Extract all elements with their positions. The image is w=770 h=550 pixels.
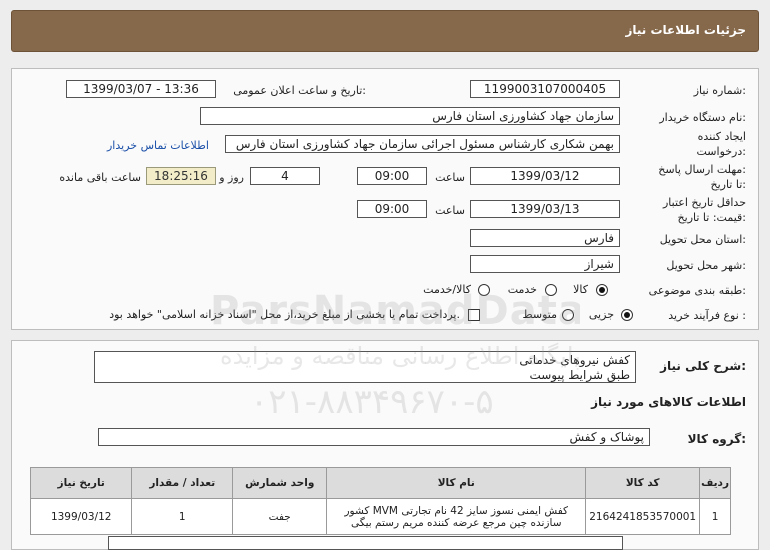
creator-label-1: ایجاد کننده [697,130,746,143]
city-label: شهر محل تحویل: [666,259,746,272]
col-name-header: نام کالا [326,467,587,499]
payment-note: پرداخت تمام یا بخشی از مبلغ خرید،از محل … [109,308,460,321]
need-number-field: 1199003107000405 [470,80,620,98]
need-number-label: شماره نیاز: [693,84,746,97]
table-row: 1 2164241853570001 کفش ایمنی نسوز سایز 4… [29,498,731,535]
remaining-time-field: 18:25:16 [146,167,216,185]
summary-field: کفش نیروهای خدماتی طبق شرایط پیوست [94,351,636,383]
buyer-contact-link[interactable]: اطلاعات تماس خریدار [107,139,209,152]
remaining-label: ساعت باقی مانده [59,171,141,184]
process-medium-radio[interactable] [562,309,574,321]
page-title: جزئیات اطلاعات نیاز [625,23,746,37]
goods-group-field: پوشاک و کفش [98,428,650,446]
bottom-box [108,536,623,550]
validity-date-field: 1399/03/13 [470,200,620,218]
process-minor-label: جزیی [588,308,614,321]
category-goods-label: کالا [573,283,588,296]
category-goods-service-label: کالا/خدمت [423,283,471,296]
goods-info-title: اطلاعات کالاهای مورد نیاز [591,395,746,409]
page-header: جزئیات اطلاعات نیاز [11,10,759,52]
col-qty-header: تعداد / مقدار [131,467,234,499]
creator-label-2: درخواست: [696,145,747,158]
goods-table: ردیف کد کالا نام کالا واحد شمارش تعداد /… [29,467,731,535]
days-field: 4 [250,167,320,185]
col-row-header: ردیف [699,467,731,499]
cell-qty: 1 [131,498,234,535]
goods-group-label: گروه کالا: [687,432,746,446]
announce-label: تاریخ و ساعت اعلان عمومی: [233,84,366,97]
summary-label: شرح کلی نیاز: [660,359,746,373]
send-deadline-label-1: مهلت ارسال پاسخ: [658,163,746,176]
city-field: شیراز [470,255,620,273]
creator-field: بهمن شکاری کارشناس مسئول اجرائی سازمان ج… [225,135,620,153]
province-label: استان محل تحویل: [659,233,746,246]
buyer-label: نام دستگاه خریدار: [659,111,746,124]
category-label: طبقه بندی موضوعی: [648,284,746,297]
province-field: فارس [470,229,620,247]
validity-label-1: حداقل تاریخ اعتبار [662,196,746,209]
validity-label-2: قیمت: تا تاریخ: [677,211,746,224]
table-header-row: ردیف کد کالا نام کالا واحد شمارش تعداد /… [29,467,731,499]
validity-time-field: 09:00 [357,200,427,218]
category-goods-service-radio[interactable] [478,284,490,296]
send-deadline-label-2: تا تاریخ: [710,178,746,191]
process-label: نوع فرآیند خرید : [668,309,746,322]
col-code-header: کد کالا [585,467,701,499]
col-unit-header: واحد شمارش [232,467,328,499]
send-time-field: 09:00 [357,167,427,185]
cell-code: 2164241853570001 [585,498,701,535]
cell-date: 1399/03/12 [29,498,133,535]
summary-line-1: کفش نیروهای خدماتی [519,353,630,367]
send-time-label: ساعت [435,171,465,184]
cell-name: کفش ایمنی نسوز سایز 42 نام تجارتی MVM کش… [326,498,587,535]
buyer-field: سازمان جهاد کشاورزی استان فارس [200,107,620,125]
announce-field: 1399/03/07 - 13:36 [66,80,216,98]
validity-time-label: ساعت [435,204,465,217]
process-medium-label: متوسط [522,308,557,321]
cell-row: 1 [699,498,731,535]
col-date-header: تاریخ نیاز [29,467,133,499]
process-minor-radio[interactable] [621,309,633,321]
treasury-payment-checkbox[interactable] [468,309,480,321]
days-label: روز و [219,171,244,184]
summary-line-2: طبق شرایط پیوست [529,368,630,382]
category-service-radio[interactable] [545,284,557,296]
send-date-field: 1399/03/12 [470,167,620,185]
category-goods-radio[interactable] [596,284,608,296]
cell-unit: جفت [232,498,328,535]
category-service-label: خدمت [507,283,537,296]
